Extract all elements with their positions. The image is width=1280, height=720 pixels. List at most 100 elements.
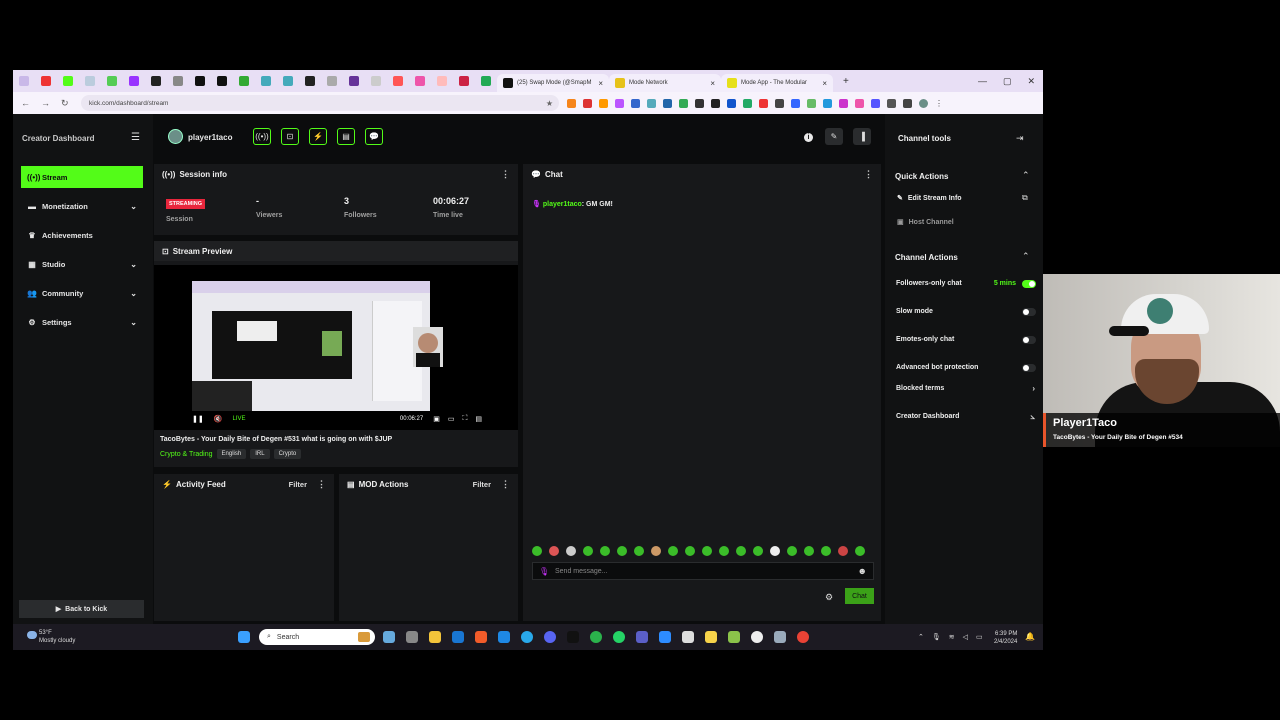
filter-button[interactable]: Filter: [473, 480, 491, 489]
vscode-icon[interactable]: [498, 631, 510, 643]
tab-favicon[interactable]: [41, 76, 51, 86]
maximize-icon[interactable]: ▢: [1003, 76, 1012, 87]
edit-layout-icon[interactable]: ✎: [825, 128, 843, 145]
external-link-icon[interactable]: ⧉: [1022, 193, 1028, 203]
followers-only-toggle[interactable]: [1022, 279, 1036, 288]
emote-icon[interactable]: [668, 546, 678, 556]
emote-icon[interactable]: [566, 546, 576, 556]
category-link[interactable]: Crypto & Trading: [160, 451, 213, 458]
metamask-icon[interactable]: [567, 98, 576, 108]
extension-icon[interactable]: [695, 98, 704, 108]
extension-icon[interactable]: [791, 98, 800, 108]
tab-favicon[interactable]: [195, 76, 205, 86]
extension-icon[interactable]: [583, 98, 592, 108]
emote-icon[interactable]: [821, 546, 831, 556]
extension-icon[interactable]: [679, 98, 688, 108]
extension-icon[interactable]: [823, 98, 832, 108]
app-icon[interactable]: [728, 631, 740, 643]
brave-icon[interactable]: [475, 631, 487, 643]
tab-favicon[interactable]: [327, 76, 337, 86]
more-menu-icon[interactable]: ⋮: [501, 169, 510, 180]
fullscreen-icon[interactable]: ⛶: [462, 415, 467, 423]
chat-username[interactable]: player1taco: [543, 201, 582, 208]
emote-icon[interactable]: [804, 546, 814, 556]
emote-icon[interactable]: [617, 546, 627, 556]
taskbar-clock[interactable]: 6:39 PM 2/4/2024: [994, 630, 1017, 646]
volume-icon[interactable]: ◁: [963, 633, 968, 641]
browser-tab[interactable]: (25) Swap Mode (@SmapM ×: [497, 74, 609, 92]
emote-icon[interactable]: [719, 546, 729, 556]
extension-icon[interactable]: [759, 98, 768, 108]
more-menu-icon[interactable]: ⋮: [864, 169, 873, 180]
followers-duration[interactable]: 5 mins: [994, 280, 1016, 287]
broadcast-tool-icon[interactable]: ((•)): [253, 128, 271, 145]
username[interactable]: player1taco: [188, 133, 232, 142]
scan-tool-icon[interactable]: ⊡: [281, 128, 299, 145]
emote-icon[interactable]: [651, 546, 661, 556]
blocked-terms-row[interactable]: Blocked terms ›: [896, 384, 1036, 393]
close-window-icon[interactable]: ✕: [1027, 76, 1035, 87]
host-channel-link[interactable]: ▣ Host Channel: [897, 218, 954, 227]
tab-favicon[interactable]: [437, 76, 447, 86]
zoom-icon[interactable]: [659, 631, 671, 643]
edit-stream-info-link[interactable]: ✎ Edit Stream Info: [897, 194, 962, 203]
chevron-up-icon[interactable]: ⌃: [918, 633, 924, 641]
chat-settings-icon[interactable]: ⚙: [825, 592, 833, 603]
discord-icon[interactable]: [544, 631, 556, 643]
quality-icon[interactable]: ▤: [475, 415, 482, 423]
extension-icon[interactable]: [727, 98, 736, 108]
chevron-up-icon[interactable]: ⌃: [1022, 170, 1030, 181]
emote-icon[interactable]: [838, 546, 848, 556]
sidebar-item-community[interactable]: 👥 Community ⌄: [21, 282, 143, 304]
browser-menu-icon[interactable]: ⋮: [935, 99, 944, 108]
notifications-icon[interactable]: 🔔: [1025, 632, 1035, 641]
emote-icon[interactable]: [583, 546, 593, 556]
more-menu-icon[interactable]: ⋮: [501, 479, 510, 490]
emote-icon[interactable]: [532, 546, 542, 556]
emote-icon[interactable]: [600, 546, 610, 556]
profile-avatar-icon[interactable]: [919, 98, 928, 108]
tab-favicon[interactable]: [393, 76, 403, 86]
tab-favicon[interactable]: [349, 76, 359, 86]
emote-icon[interactable]: [753, 546, 763, 556]
chat-input[interactable]: 🎙 Send message... ☻: [532, 562, 874, 580]
tab-favicon[interactable]: [239, 76, 249, 86]
collapse-sidebar-icon[interactable]: ☰: [131, 132, 140, 143]
emote-icon[interactable]: [685, 546, 695, 556]
notes-tool-icon[interactable]: ▤: [337, 128, 355, 145]
chrome-icon[interactable]: [590, 631, 602, 643]
sidebar-item-stream[interactable]: ((•)) Stream: [21, 166, 143, 188]
reload-icon[interactable]: ↻: [61, 98, 73, 109]
extension-icon[interactable]: [647, 98, 656, 108]
more-menu-icon[interactable]: ⋮: [317, 479, 326, 490]
info-icon[interactable]: i: [804, 133, 813, 142]
tab-favicon[interactable]: [283, 76, 293, 86]
sidebar-item-settings[interactable]: ⚙ Settings ⌄: [21, 311, 143, 333]
tab-search-icon[interactable]: [19, 76, 29, 86]
extension-icon[interactable]: [775, 98, 784, 108]
windows-start-icon[interactable]: [238, 631, 250, 643]
wifi-icon[interactable]: ≋: [949, 633, 955, 641]
emote-icon[interactable]: [634, 546, 644, 556]
theater-icon[interactable]: ▭: [448, 415, 455, 423]
close-tab-icon[interactable]: ×: [710, 79, 715, 88]
chevron-up-icon[interactable]: ⌃: [1022, 251, 1030, 262]
back-icon[interactable]: ←: [21, 98, 33, 108]
telegram-icon[interactable]: [521, 631, 533, 643]
layout-panel-icon[interactable]: ▐: [853, 128, 871, 145]
tab-favicon[interactable]: [85, 76, 95, 86]
tab-favicon[interactable]: [107, 76, 117, 86]
emote-icon[interactable]: [787, 546, 797, 556]
app-icon[interactable]: [751, 631, 763, 643]
mic-icon[interactable]: 🎙: [932, 633, 941, 641]
collapse-panel-icon[interactable]: ⇥: [1016, 133, 1024, 144]
tab-favicon[interactable]: [415, 76, 425, 86]
close-tab-icon[interactable]: ×: [598, 79, 603, 88]
creator-dashboard-row[interactable]: Creator Dashboard ⦣: [896, 412, 1036, 421]
tag[interactable]: IRL: [250, 449, 270, 459]
sidebar-item-studio[interactable]: ▦ Studio ⌄: [21, 253, 143, 275]
task-view-icon[interactable]: [406, 631, 418, 643]
sidepanel-icon[interactable]: [903, 98, 912, 108]
taskbar-search[interactable]: ⌕ Search: [259, 629, 375, 645]
emotes-only-toggle[interactable]: [1022, 335, 1036, 344]
